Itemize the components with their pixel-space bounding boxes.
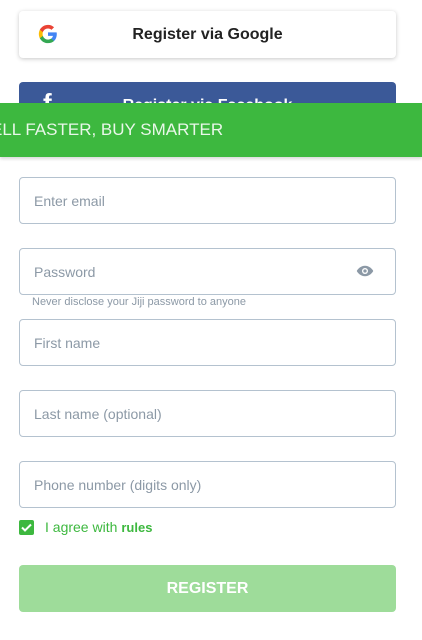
first-name-field[interactable]: [19, 319, 396, 366]
first-name-input[interactable]: [20, 320, 395, 365]
phone-field[interactable]: [19, 461, 396, 508]
password-input[interactable]: [20, 249, 395, 294]
register-google-label: Register via Google: [132, 25, 283, 43]
last-name-input[interactable]: [20, 391, 395, 436]
password-field[interactable]: [19, 248, 396, 295]
password-hint: Never disclose your Jiji password to any…: [32, 296, 246, 308]
eye-icon[interactable]: [356, 264, 374, 278]
google-icon: [38, 24, 57, 44]
rules-link[interactable]: rules: [121, 520, 152, 535]
email-input[interactable]: [20, 178, 395, 223]
phone-input[interactable]: [20, 462, 395, 507]
banner-text: ELL FASTER, BUY SMARTER: [0, 120, 224, 139]
last-name-field[interactable]: [19, 390, 396, 437]
register-button[interactable]: REGISTER: [19, 565, 396, 612]
email-field[interactable]: [19, 177, 396, 224]
check-icon: [21, 523, 32, 532]
agree-text: I agree with: [45, 519, 118, 535]
register-google-button[interactable]: Register via Google: [19, 11, 396, 58]
agree-row: I agree with rules: [19, 519, 152, 535]
agree-checkbox[interactable]: [19, 519, 34, 535]
promo-banner: ELL FASTER, BUY SMARTER: [0, 103, 422, 157]
